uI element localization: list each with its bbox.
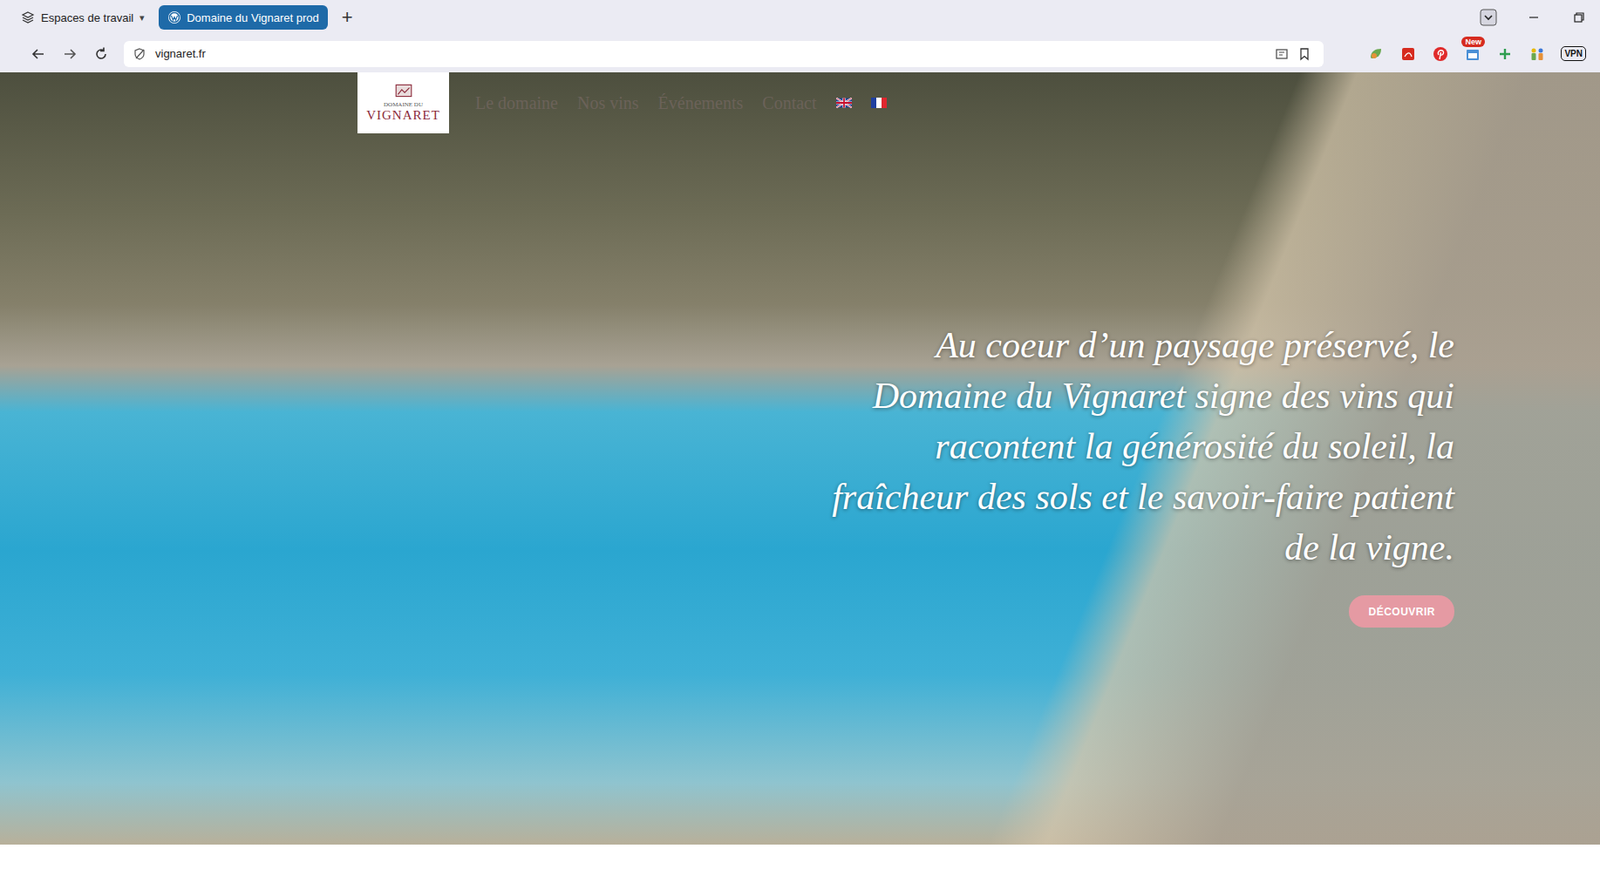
tab-list-icon[interactable]	[1479, 8, 1498, 27]
vpn-button[interactable]: VPN	[1560, 46, 1587, 62]
logo-subtitle: DOMAINE DU	[383, 101, 423, 109]
menu-item[interactable]: Événements	[658, 93, 744, 114]
headline-line: Domaine du Vignaret signe des vins qui	[872, 370, 1455, 422]
headline-line: fraîcheur des sols et le savoir-faire pa…	[831, 471, 1455, 523]
plus-icon[interactable]	[1496, 45, 1514, 63]
browser-tab[interactable]: Domaine du Vignaret prod	[158, 5, 328, 30]
restore-icon[interactable]	[1570, 8, 1588, 27]
layers-icon	[20, 10, 35, 25]
url-text: vignaret.fr	[155, 47, 206, 61]
calendar-icon	[1463, 45, 1482, 63]
hero-section: DOMAINE DUVIGNARET Le domaine Nos vins Évén…	[0, 72, 1600, 845]
uk-flag-icon[interactable]	[836, 97, 852, 109]
people-icon[interactable]	[1528, 45, 1546, 63]
new-badge: New	[1461, 36, 1485, 48]
site-logo[interactable]: DOMAINE DUVIGNARET	[357, 72, 450, 134]
headline-line: Au coeur d’un paysage préservé, le	[935, 320, 1455, 371]
logo-emblem-icon	[394, 82, 414, 99]
reload-icon[interactable]	[92, 45, 110, 63]
browser-window: Espaces de travail ▾ Domaine du Vignaret p…	[0, 0, 1600, 869]
bookmark-icon[interactable]	[1297, 47, 1312, 62]
fr-flag-icon[interactable]	[871, 97, 887, 109]
pinterest-icon[interactable]	[1431, 45, 1450, 63]
forward-icon[interactable]	[61, 45, 79, 63]
headline-line: de la vigne.	[1284, 522, 1455, 573]
hero-headline: Au coeur d’un paysage préservé, leDomain…	[831, 320, 1455, 573]
tab-bar: Espaces de travail ▾ Domaine du Vignaret p…	[0, 0, 1600, 35]
menu-item[interactable]: Le domaine	[475, 93, 559, 114]
reader-icon[interactable]	[1274, 47, 1289, 62]
new-tab-button[interactable]: +	[336, 6, 359, 29]
site-header: DOMAINE DUVIGNARET Le domaine Nos vins Évén…	[0, 72, 1600, 134]
workspaces-button[interactable]: Espaces de travail ▾	[15, 6, 150, 28]
menu-item[interactable]: Nos vins	[577, 93, 640, 114]
pdf-icon[interactable]	[1399, 45, 1417, 63]
hero-content: Au coeur d’un paysage préservé, leDomain…	[669, 320, 1455, 628]
wordpress-icon	[167, 10, 182, 25]
url-field[interactable]: vignaret.fr	[123, 40, 1324, 68]
caret-icon: ▾	[139, 12, 145, 24]
main-menu: Le domaine Nos vins Événements Contact	[475, 93, 887, 114]
back-icon[interactable]	[29, 45, 48, 63]
workspaces-label: Espaces de travail	[40, 11, 134, 25]
extension-calendar[interactable]: New	[1463, 45, 1482, 63]
minimize-icon[interactable]	[1525, 8, 1543, 27]
tab-label: Domaine du Vignaret prod	[186, 11, 320, 25]
discover-button[interactable]: DÉCOUVRIR	[1348, 595, 1455, 628]
headline-line: racontent la générosité du soleil, la	[934, 421, 1455, 472]
logo-name: VIGNARET	[366, 108, 441, 123]
shield-icon	[132, 47, 147, 62]
extension-leaf-icon[interactable]	[1367, 45, 1385, 63]
extensions: New VPN	[1367, 45, 1587, 63]
address-bar: vignaret.fr New VPN	[0, 34, 1600, 73]
menu-item[interactable]: Contact	[762, 93, 817, 114]
page-bottom	[0, 844, 1600, 869]
